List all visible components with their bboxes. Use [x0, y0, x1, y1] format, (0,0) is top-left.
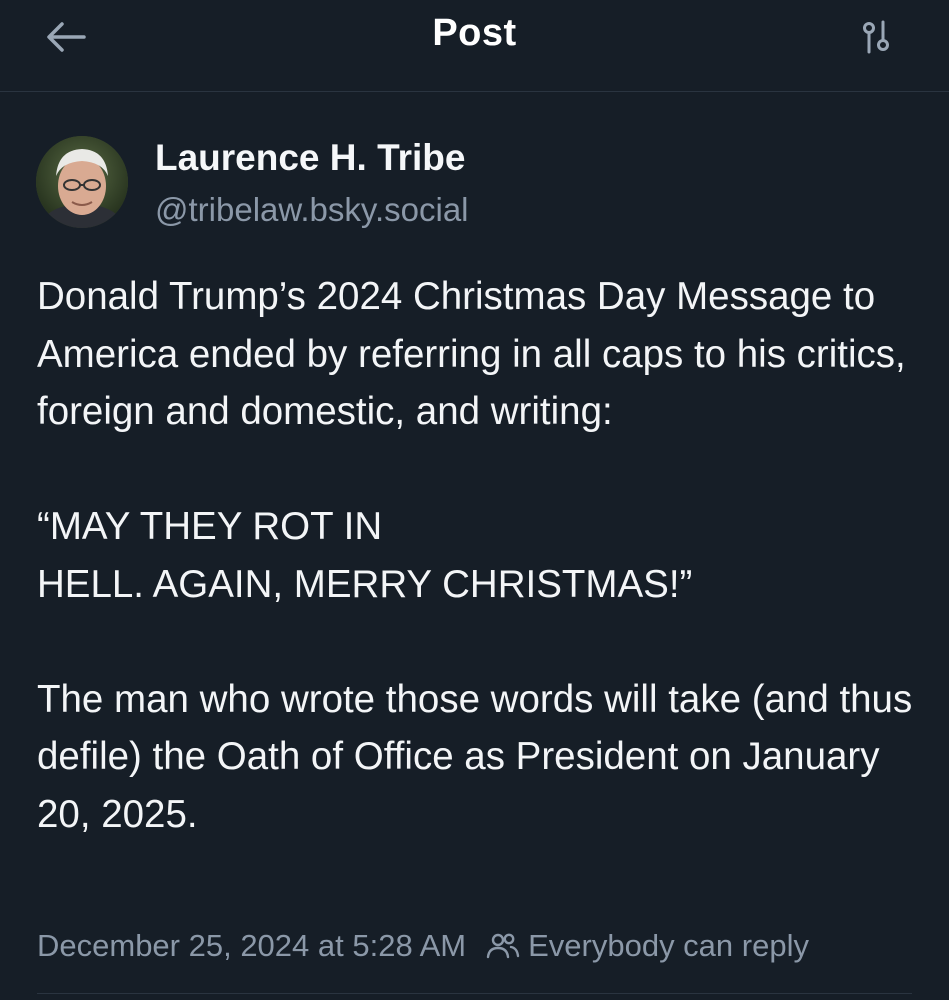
reply-setting-label: Everybody can reply: [528, 928, 809, 963]
divider: [37, 993, 912, 994]
page-title: Post: [432, 12, 517, 54]
post-paragraph: Donald Trump’s 2024 Christmas Day Messag…: [37, 275, 906, 433]
thread-settings-button[interactable]: [848, 14, 904, 64]
author-display-name[interactable]: Laurence H. Tribe: [155, 137, 466, 179]
post-meta: December 25, 2024 at 5:28 AM Everybody c…: [37, 925, 809, 967]
sliders-icon: [858, 19, 894, 60]
post-timestamp: December 25, 2024 at 5:28 AM: [37, 928, 467, 963]
post-paragraph: The man who wrote those words will take …: [37, 677, 913, 836]
author-handle[interactable]: @tribelaw.bsky.social: [155, 191, 469, 229]
avatar[interactable]: [36, 136, 128, 228]
post-paragraph: “MAY THEY ROT IN HELL. AGAIN, MERRY CHRI…: [37, 505, 693, 606]
top-bar: Post: [0, 0, 949, 92]
people-icon: [486, 932, 520, 960]
post-text: Donald Trump’s 2024 Christmas Day Messag…: [37, 268, 917, 843]
reply-setting[interactable]: Everybody can reply: [486, 928, 809, 964]
